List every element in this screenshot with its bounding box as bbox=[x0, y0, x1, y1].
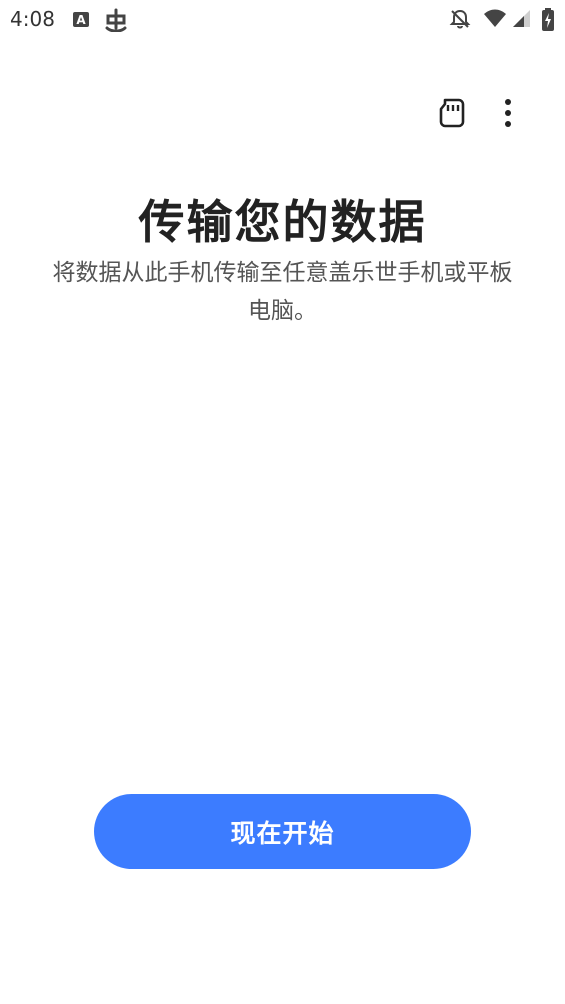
page-subtitle: 将数据从此手机传输至任意盖乐世手机或平板电脑。 bbox=[52, 260, 513, 324]
start-now-button[interactable]: 现在开始 bbox=[94, 794, 471, 869]
battery-charging-icon bbox=[541, 8, 555, 31]
status-time: 4:08 bbox=[10, 7, 55, 31]
more-vert-icon[interactable] bbox=[486, 91, 530, 135]
screen: 4:08 A 传输您的数据 将数据从此手机传输至任意盖乐世手机或平板电脑。 现在… bbox=[0, 0, 565, 1004]
bug-icon bbox=[103, 8, 129, 33]
signal-icon bbox=[511, 8, 531, 30]
sd-card-icon[interactable] bbox=[430, 91, 474, 135]
a-font-icon: A bbox=[72, 8, 90, 30]
wifi-icon bbox=[483, 8, 507, 30]
notifications-off-icon bbox=[449, 8, 471, 30]
svg-text:A: A bbox=[76, 13, 86, 27]
page-title: 传输您的数据 bbox=[138, 195, 427, 249]
status-bar: 4:08 A bbox=[0, 0, 565, 40]
